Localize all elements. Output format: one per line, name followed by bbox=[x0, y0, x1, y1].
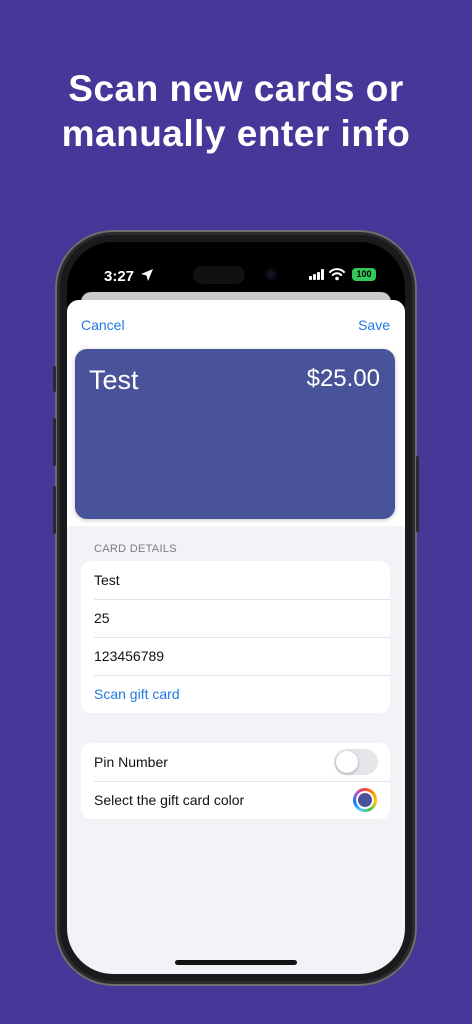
cellular-signal-icon bbox=[309, 269, 325, 280]
card-details-group: Test 25 123456789 Scan gift card bbox=[81, 561, 390, 713]
camera-icon bbox=[265, 268, 277, 280]
selected-color-swatch bbox=[358, 793, 372, 807]
battery-icon: 100 bbox=[352, 268, 376, 281]
status-time: 3:27 bbox=[104, 268, 135, 285]
card-amount-field[interactable]: 25 bbox=[81, 599, 390, 637]
phone-screen: 3:27 100 Cancel Save Test $25.00 CARD DE… bbox=[67, 242, 405, 974]
card-preview-name: Test bbox=[89, 365, 139, 395]
home-indicator bbox=[175, 960, 297, 965]
sheet-header: Cancel Save Test $25.00 bbox=[67, 300, 405, 526]
color-select-row: Select the gift card color bbox=[81, 781, 390, 819]
power-button bbox=[416, 456, 419, 532]
pin-number-toggle[interactable] bbox=[334, 749, 378, 775]
wifi-icon bbox=[329, 268, 345, 281]
add-card-sheet: Cancel Save Test $25.00 CARD DETAILS Tes… bbox=[67, 300, 405, 974]
gift-card-preview: Test $25.00 bbox=[75, 349, 395, 519]
toggle-knob bbox=[336, 751, 358, 773]
mute-switch bbox=[53, 366, 56, 392]
card-number-field[interactable]: 123456789 bbox=[81, 637, 390, 675]
volume-down-button bbox=[53, 486, 56, 534]
headline-line-2: manually enter info bbox=[61, 113, 411, 154]
pin-number-row: Pin Number bbox=[81, 743, 390, 781]
cancel-button[interactable]: Cancel bbox=[81, 317, 125, 333]
marketing-headline: Scan new cards or manually enter info bbox=[0, 66, 472, 156]
card-preview-amount: $25.00 bbox=[306, 365, 380, 392]
dynamic-island bbox=[193, 266, 245, 284]
save-button[interactable]: Save bbox=[358, 317, 390, 333]
location-arrow-icon bbox=[141, 269, 153, 281]
card-details-section-label: CARD DETAILS bbox=[94, 543, 177, 555]
scan-gift-card-button[interactable]: Scan gift card bbox=[81, 675, 390, 713]
pin-number-label: Pin Number bbox=[94, 754, 168, 770]
phone-frame: 3:27 100 Cancel Save Test $25.00 CARD DE… bbox=[53, 230, 419, 986]
color-select-label: Select the gift card color bbox=[94, 792, 245, 808]
volume-up-button bbox=[53, 418, 56, 466]
card-name-field[interactable]: Test bbox=[81, 561, 390, 599]
headline-line-1: Scan new cards or bbox=[68, 68, 404, 109]
card-options-group: Pin Number Select the gift card color bbox=[81, 743, 390, 819]
